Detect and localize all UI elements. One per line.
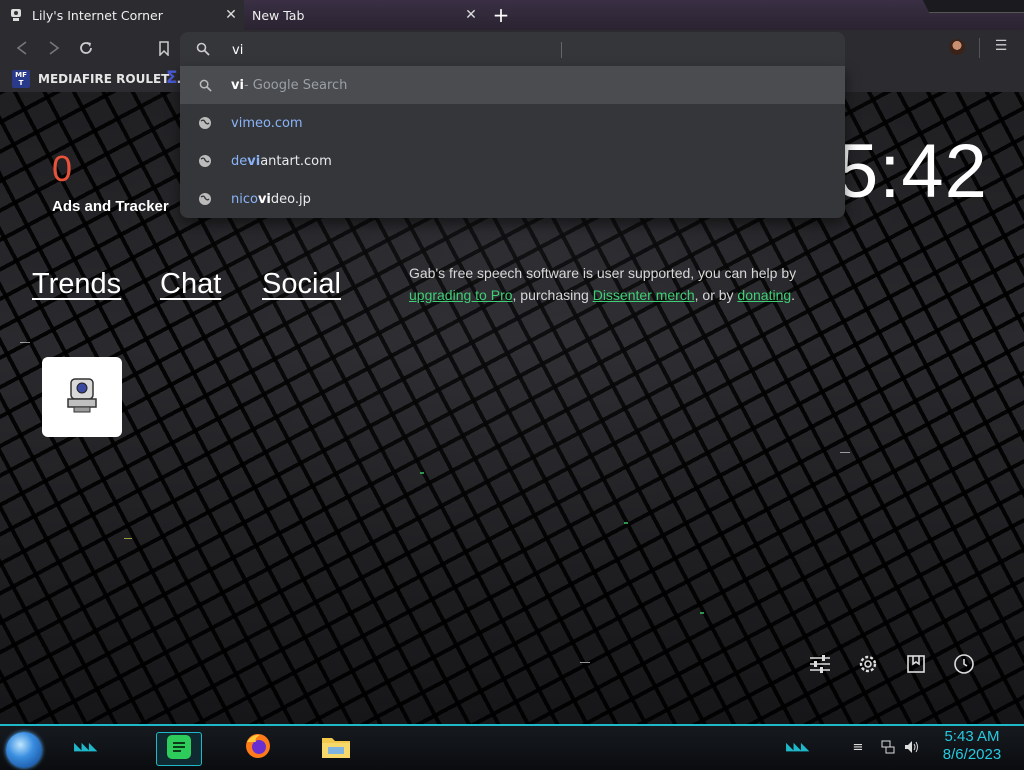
suggestion-url: antart.com (260, 153, 332, 169)
customize-sliders-icon[interactable] (808, 652, 832, 676)
message-text: . (791, 287, 796, 303)
ads-blocked-count: 0 (52, 148, 73, 189)
mediafire-favicon-icon: MF T (12, 70, 30, 88)
donating-link[interactable]: donating (737, 287, 791, 303)
background-sparkle (420, 472, 424, 474)
message-text: , purchasing (512, 287, 593, 303)
background-sparkle (700, 612, 704, 614)
sigma-bookmark-icon[interactable]: Σ (166, 68, 178, 88)
taskbar-time: 5:43 AM (944, 728, 1000, 745)
ads-blocked-label: Ads and Tracker (52, 198, 169, 215)
tab-title: New Tab (252, 7, 305, 23)
globe-icon (197, 191, 213, 207)
bookmarks-icon[interactable] (904, 652, 928, 676)
bookmark-icon[interactable] (154, 38, 174, 58)
taskbar-decoration: ◣◣◣ (786, 740, 809, 753)
suggestion-match: vi (247, 153, 261, 169)
reload-icon[interactable] (76, 38, 96, 58)
globe-icon (197, 115, 213, 131)
bookmark-label: MEDIAFIRE ROULET... (38, 72, 182, 86)
dissenter-merch-link[interactable]: Dissenter merch (593, 287, 695, 303)
network-icon[interactable] (880, 740, 896, 756)
social-link[interactable]: Social (262, 268, 341, 301)
notes-app-icon (166, 734, 192, 764)
message-text: Gab's free speech software is user suppo… (409, 265, 797, 281)
search-icon (197, 77, 213, 93)
suggestion-match: vi (231, 115, 243, 131)
suggestion-nicovideo[interactable]: nico vi deo.jp (180, 180, 845, 218)
firefox-icon (244, 732, 272, 764)
globe-icon (197, 153, 213, 169)
volume-icon[interactable] (904, 740, 920, 756)
trends-link[interactable]: Trends (32, 268, 121, 301)
address-bar[interactable] (180, 32, 845, 66)
upgrade-pro-link[interactable]: upgrading to Pro (409, 287, 513, 303)
suggestion-url: meo.com (242, 115, 303, 131)
folder-icon (320, 732, 352, 764)
taskbar-date: 8/6/2023 (942, 746, 1002, 763)
back-arrow-icon[interactable] (12, 38, 32, 58)
taskbar-clock[interactable]: 5:43 AM 8/6/2023 (936, 728, 1008, 764)
taskbar-app-notes[interactable] (156, 732, 202, 766)
start-button[interactable] (6, 732, 42, 768)
close-tab-icon[interactable]: ✕ (224, 8, 238, 22)
suggestion-url: deo.jp (270, 191, 311, 207)
forward-arrow-icon[interactable] (44, 38, 64, 58)
taskbar-decoration: ◣◣◣ (74, 740, 97, 753)
show-hidden-icons[interactable]: ≡ (850, 740, 866, 756)
tab-strip: Lily's Internet Corner ✕ New Tab ✕ + (0, 0, 1024, 30)
tab-title: Lily's Internet Corner (32, 7, 163, 23)
background-sparkle (580, 662, 590, 663)
suggestion-vimeo[interactable]: vi meo.com (180, 104, 845, 142)
address-input[interactable] (230, 38, 834, 62)
message-text: , or by (694, 287, 738, 303)
search-icon (196, 41, 212, 57)
suggestion-deviantart[interactable]: de vi antart.com (180, 142, 845, 180)
history-icon[interactable] (952, 652, 976, 676)
clock-display: 5:42 (836, 129, 988, 214)
chat-link[interactable]: Chat (160, 268, 221, 301)
background-sparkle (624, 522, 628, 524)
suggestion-match: vi (257, 191, 271, 207)
taskbar-app-firefox[interactable] (236, 732, 280, 764)
bookmark-mediafire-roulette[interactable]: MF T MEDIAFIRE ROULET... (12, 70, 181, 88)
suggestion-google-search[interactable]: vi - Google Search (180, 66, 845, 104)
text-caret (561, 42, 562, 58)
webcam-icon (60, 373, 104, 421)
webcam-favicon-icon (8, 7, 24, 23)
background-sparkle (124, 538, 132, 539)
new-tab-button[interactable]: + (490, 5, 512, 25)
suggestion-url: de (231, 153, 248, 169)
suggestion-query: vi (231, 77, 244, 93)
close-tab-icon[interactable]: ✕ (464, 8, 478, 22)
suggestion-url: nico (231, 191, 258, 207)
omnibox-suggestions: vi - Google Search vi meo.com de vi antart.… (180, 66, 845, 218)
background-sparkle (20, 342, 30, 343)
webcam-shortcut-tile[interactable] (42, 357, 122, 437)
tab-new-tab[interactable]: New Tab ✕ (244, 0, 484, 30)
profile-avatar[interactable] (949, 39, 965, 55)
tab-lilys-internet-corner[interactable]: Lily's Internet Corner ✕ (0, 0, 244, 30)
settings-gear-icon[interactable] (856, 652, 880, 676)
menu-icon[interactable]: ☰ (993, 38, 1009, 56)
window-controls[interactable] (922, 0, 1024, 13)
taskbar: ◣◣◣ ◣◣◣ ≡ (0, 724, 1024, 770)
suggestion-hint: - Google Search (243, 77, 348, 93)
toolbar-divider (979, 38, 980, 58)
background-sparkle (840, 452, 850, 453)
taskbar-app-file-explorer[interactable] (314, 732, 358, 764)
gab-support-message: Gab's free speech software is user suppo… (409, 262, 809, 306)
